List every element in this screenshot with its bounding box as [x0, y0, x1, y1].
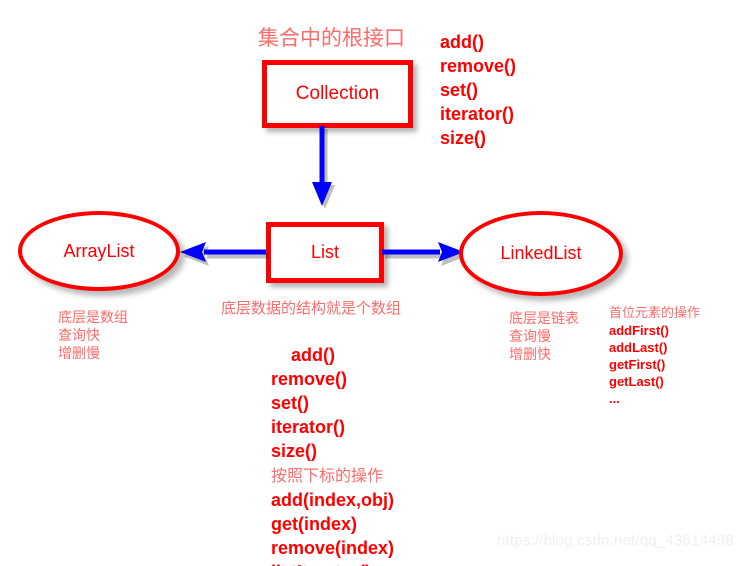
node-linkedlist-label: LinkedList: [500, 243, 582, 263]
linkedlist-head-note: 首位元素的操作: [609, 306, 701, 321]
arrow-list-to-arraylist: [180, 242, 269, 266]
node-collection-label: Collection: [295, 83, 380, 104]
list-methods-block: add() remove() set() iterator() size() 按…: [271, 319, 394, 566]
linkedlist-methods-list: addFirst() addLast() getFirst() getLast(…: [609, 323, 669, 406]
list-methods-part2: add(index,obj) get(index) remove(index) …: [271, 490, 395, 566]
diagram-canvas: 集合中的根接口 Collection add() remove() set() …: [0, 0, 748, 566]
node-collection[interactable]: Collection: [262, 60, 413, 128]
arrow-collection-to-list: [312, 126, 335, 209]
watermark: https://blog.csdn.net/qq_43614498: [497, 532, 734, 549]
list-methods-part1: add() remove() set() iterator() size(): [271, 345, 348, 461]
node-arraylist-label: ArrayList: [63, 240, 135, 261]
list-index-note: 按照下标的操作: [271, 466, 384, 485]
list-structure-note: 底层数据的结构就是个数组: [221, 299, 402, 317]
linkedlist-notes: 底层是链表 查询慢 增删快: [509, 311, 579, 363]
arraylist-notes: 底层是数组 查询快 增删慢: [58, 310, 128, 362]
collection-methods-list: add() remove() set() iterator() size(): [440, 32, 517, 148]
node-list[interactable]: List: [266, 222, 384, 283]
node-list-label: List: [310, 242, 339, 262]
node-linkedlist[interactable]: LinkedList: [459, 211, 623, 296]
root-interface-note: 集合中的根接口: [258, 26, 405, 50]
node-arraylist[interactable]: ArrayList: [18, 211, 180, 291]
